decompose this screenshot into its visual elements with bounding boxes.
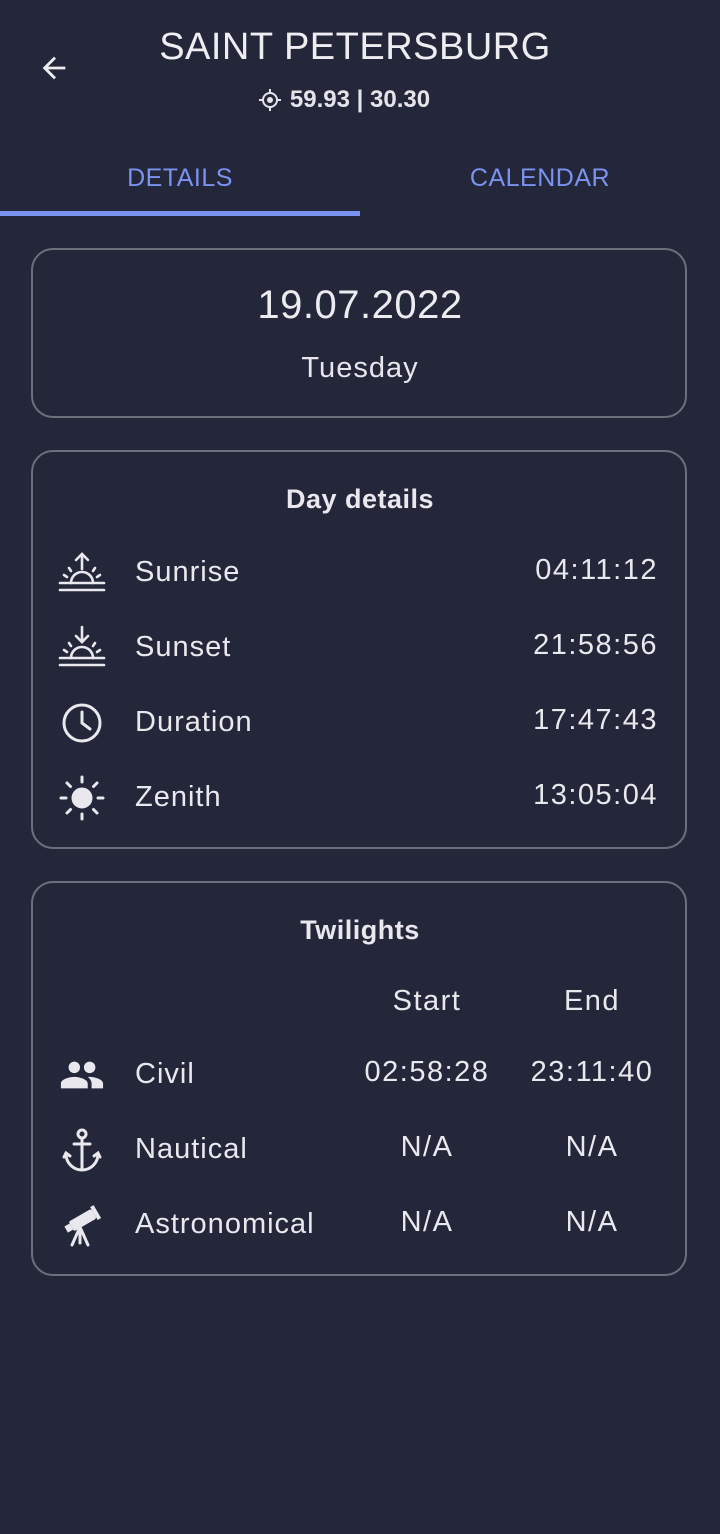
people-icon [58, 1051, 106, 1099]
sunrise-value: 04:11:12 [535, 554, 658, 586]
telescope-icon [58, 1201, 106, 1249]
coordinates-text: 59.93 | 30.30 [289, 86, 431, 113]
clock-icon [58, 699, 106, 747]
day-details-title: Day details [285, 484, 435, 514]
civil-label: Civil [135, 1058, 195, 1090]
sunrise-icon [58, 549, 106, 597]
astronomical-start: N/A [400, 1206, 454, 1238]
tab-calendar[interactable]: CALENDAR [360, 140, 720, 216]
column-header-start: Start [392, 985, 462, 1017]
tab-details[interactable]: DETAILS [0, 140, 360, 216]
column-header-end: End [563, 985, 621, 1017]
nautical-start: N/A [400, 1131, 454, 1163]
date-value: 19.07.2022 [257, 283, 463, 327]
sunset-value: 21:58:56 [533, 629, 658, 661]
date-card [31, 248, 687, 418]
nautical-end: N/A [565, 1131, 619, 1163]
weekday-value: Tuesday [301, 352, 419, 384]
civil-start: 02:58:28 [364, 1056, 490, 1088]
anchor-icon [58, 1126, 106, 1174]
sunset-label: Sunset [135, 631, 232, 663]
zenith-label: Zenith [135, 781, 222, 813]
page-title: SAINT PETERSBURG [159, 26, 551, 68]
tab-bar: DETAILS CALENDAR [0, 140, 720, 218]
nautical-label: Nautical [135, 1133, 248, 1165]
coordinates: 59.93 | 30.30 [0, 86, 688, 114]
sun-icon [58, 774, 106, 822]
gps-location-icon [258, 89, 281, 111]
civil-end: 23:11:40 [530, 1056, 654, 1088]
sunset-icon [58, 624, 106, 672]
duration-value: 17:47:43 [533, 704, 658, 736]
astronomical-label: Astronomical [135, 1208, 315, 1240]
app-bar: SAINT PETERSBURG 59.93 | 30.30 [0, 0, 720, 130]
duration-label: Duration [135, 706, 253, 738]
tab-indicator [0, 211, 360, 216]
sunrise-label: Sunrise [135, 556, 241, 588]
zenith-value: 13:05:04 [533, 779, 658, 811]
astronomical-end: N/A [565, 1206, 619, 1238]
twilights-title: Twilights [300, 915, 420, 945]
